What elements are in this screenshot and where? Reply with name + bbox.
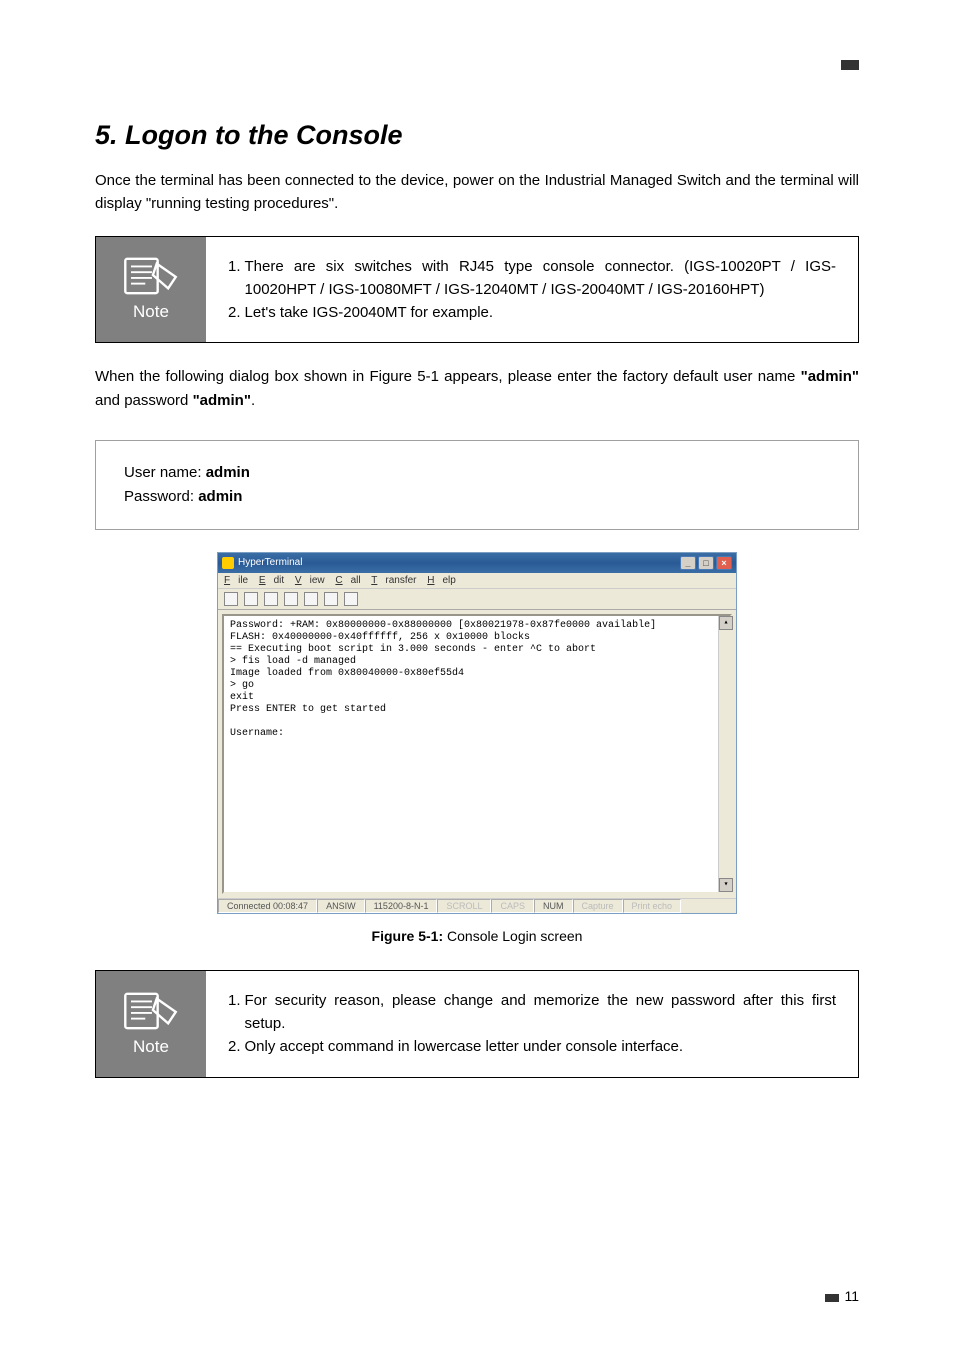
- hyperterminal-window: HyperTerminal _ □ × File Edit View Call …: [217, 552, 737, 914]
- note-icon: [122, 256, 180, 296]
- mid-paragraph: When the following dialog box shown in F…: [95, 365, 859, 412]
- terminal-figure: HyperTerminal _ □ × File Edit View Call …: [95, 552, 859, 914]
- maximize-button[interactable]: □: [698, 556, 714, 570]
- mid-admin2: "admin": [193, 392, 251, 409]
- scrollbar[interactable]: ▴▾: [718, 616, 732, 892]
- note1-item2: Let's take IGS-20040MT for example.: [245, 301, 494, 324]
- status-scroll: SCROLL: [437, 899, 491, 913]
- app-icon: [222, 557, 234, 569]
- note2-item1: For security reason, please change and m…: [245, 989, 836, 1036]
- new-icon[interactable]: [224, 592, 238, 606]
- figure-caption: Figure 5-1: Console Login screen: [95, 928, 859, 944]
- call-icon[interactable]: [264, 592, 278, 606]
- titlebar-left: HyperTerminal: [222, 557, 302, 569]
- note-left-panel: Note: [96, 971, 206, 1077]
- menu-view[interactable]: View: [295, 575, 325, 586]
- terminal-text: Password: +RAM: 0x80000000-0x88000000 [0…: [230, 620, 656, 739]
- status-settings: 115200-8-N-1: [365, 899, 438, 913]
- note-content: 1. For security reason, please change an…: [206, 971, 858, 1077]
- menu-edit[interactable]: Edit: [259, 575, 284, 586]
- intro-paragraph: Once the terminal has been connected to …: [95, 169, 859, 216]
- scroll-down-icon[interactable]: ▾: [719, 878, 733, 892]
- scroll-up-icon[interactable]: ▴: [719, 616, 733, 630]
- note-box-1: Note 1. There are six switches with RJ45…: [95, 236, 859, 344]
- password-label: Password:: [124, 488, 198, 505]
- mid-admin1: "admin": [801, 368, 859, 385]
- disconnect-icon[interactable]: [284, 592, 298, 606]
- window-titlebar: HyperTerminal _ □ ×: [218, 553, 736, 573]
- menu-transfer[interactable]: Transfer: [371, 575, 416, 586]
- figure-caption-rest: Console Login screen: [443, 928, 582, 944]
- username-value: admin: [206, 464, 250, 481]
- status-connected: Connected 00:08:47: [218, 899, 317, 913]
- list-num: 1.: [228, 255, 245, 302]
- note2-item2: Only accept command in lowercase letter …: [245, 1035, 684, 1058]
- list-num: 2.: [228, 1035, 245, 1058]
- page-number: 11: [844, 1288, 859, 1304]
- note-left-panel: Note: [96, 237, 206, 343]
- terminal-output[interactable]: Password: +RAM: 0x80000000-0x88000000 [0…: [222, 614, 732, 894]
- menu-help[interactable]: Help: [427, 575, 456, 586]
- mid-text-mid: and password: [95, 392, 193, 409]
- window-title: HyperTerminal: [238, 557, 302, 568]
- credentials-box: User name: admin Password: admin: [95, 440, 859, 530]
- menu-file[interactable]: File: [224, 575, 248, 586]
- receive-icon[interactable]: [324, 592, 338, 606]
- status-num: NUM: [534, 899, 573, 913]
- statusbar: Connected 00:08:47 ANSIW 115200-8-N-1 SC…: [218, 898, 736, 913]
- note-label: Note: [133, 1037, 169, 1057]
- status-capture: Capture: [573, 899, 623, 913]
- note-icon: [122, 991, 180, 1031]
- properties-icon[interactable]: [344, 592, 358, 606]
- close-button[interactable]: ×: [716, 556, 732, 570]
- window-controls: _ □ ×: [680, 556, 732, 570]
- status-emulation: ANSIW: [317, 899, 365, 913]
- mid-text-pre: When the following dialog box shown in F…: [95, 368, 801, 385]
- password-value: admin: [198, 488, 242, 505]
- list-num: 1.: [228, 989, 245, 1036]
- note-box-2: Note 1. For security reason, please chan…: [95, 970, 859, 1078]
- open-icon[interactable]: [244, 592, 258, 606]
- note-label: Note: [133, 302, 169, 322]
- status-printecho: Print echo: [623, 899, 682, 913]
- mid-text-post: .: [251, 392, 255, 409]
- note-content: 1. There are six switches with RJ45 type…: [206, 237, 858, 343]
- minimize-button[interactable]: _: [680, 556, 696, 570]
- list-num: 2.: [228, 301, 245, 324]
- page-marker-top: [841, 60, 859, 70]
- send-icon[interactable]: [304, 592, 318, 606]
- toolbar: [218, 589, 736, 610]
- status-caps: CAPS: [491, 899, 534, 913]
- menubar: File Edit View Call Transfer Help: [218, 573, 736, 589]
- page-marker-bottom: [825, 1294, 839, 1302]
- section-heading: 5. Logon to the Console: [95, 120, 859, 151]
- figure-caption-bold: Figure 5-1:: [372, 928, 444, 944]
- note1-item1: There are six switches with RJ45 type co…: [245, 255, 836, 302]
- menu-call[interactable]: Call: [335, 575, 360, 586]
- username-label: User name:: [124, 464, 206, 481]
